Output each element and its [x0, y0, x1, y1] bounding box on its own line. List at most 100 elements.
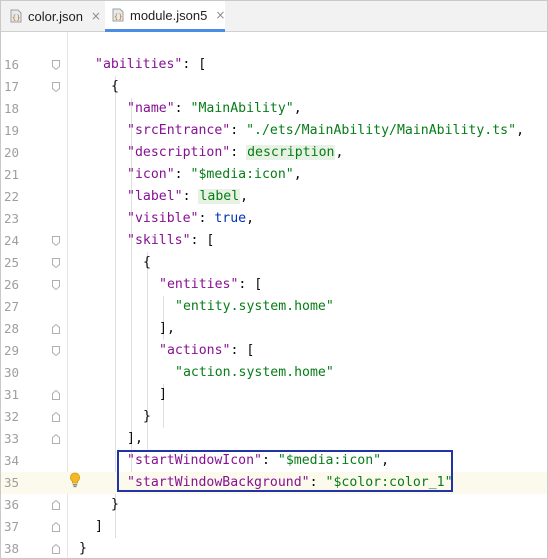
- fold-marker-icon[interactable]: [52, 280, 60, 290]
- code-line: 23 "visible": true,: [1, 208, 547, 230]
- close-icon[interactable]: ×: [215, 8, 225, 22]
- code-punct: :: [230, 123, 247, 138]
- code-punct: :: [261, 453, 278, 468]
- tab-label: module.json5: [130, 7, 208, 23]
- code-punct: {: [111, 79, 119, 94]
- code-punct: : [: [182, 57, 207, 72]
- json-key: "entities": [159, 277, 239, 292]
- code-line: 27 "entity.system.home": [1, 296, 547, 318]
- code-punct: :: [230, 145, 247, 160]
- json-string: "$media:icon": [190, 167, 294, 182]
- json-key: "actions": [159, 343, 231, 358]
- code-editor[interactable]: 16 "abilities": [ 17 { 18 "name": "MainA…: [1, 32, 547, 558]
- json-string: "action.system.home": [175, 365, 334, 380]
- tab-module-json5[interactable]: {} module.json5 ×: [105, 1, 225, 32]
- code-line: 37 ]: [1, 516, 547, 538]
- code-punct: ,: [246, 211, 255, 226]
- line-number: 36: [3, 497, 19, 512]
- fold-marker-icon[interactable]: [52, 258, 60, 268]
- line-number: 27: [3, 299, 19, 314]
- code-line: 17 {: [1, 76, 547, 98]
- code-punct: ],: [159, 321, 175, 336]
- fold-marker-icon[interactable]: [52, 346, 60, 356]
- code-line: 33 ],: [1, 428, 547, 450]
- line-number: 37: [3, 519, 19, 534]
- line-number: 16: [3, 57, 19, 72]
- code-punct: ,: [240, 189, 249, 204]
- fold-marker-icon[interactable]: [52, 236, 60, 246]
- code-punct: ],: [127, 431, 143, 446]
- tab-color-json[interactable]: {} color.json ×: [9, 1, 101, 31]
- json-string: "$media:icon": [277, 453, 382, 468]
- code-line: 34 "startWindowIcon": "$media:icon",: [1, 450, 547, 472]
- json-key: "label": [127, 189, 183, 204]
- code-line: 24 "skills": [: [1, 230, 547, 252]
- code-punct: }: [79, 541, 87, 556]
- close-icon[interactable]: ×: [91, 9, 101, 23]
- line-number: 34: [3, 453, 19, 468]
- json5-file-icon: {}: [112, 8, 124, 22]
- code-line: 16 "abilities": [: [1, 54, 547, 76]
- json-boolean: true: [214, 211, 247, 226]
- svg-text:{}: {}: [12, 14, 20, 22]
- code-punct: ]: [95, 519, 103, 534]
- json-string: "$color:color_1": [325, 475, 453, 490]
- code-line: 25 {: [1, 252, 547, 274]
- json-key: "description": [127, 145, 231, 160]
- code-punct: ]: [159, 387, 167, 402]
- fold-marker-icon[interactable]: [52, 434, 60, 444]
- line-number: 21: [3, 167, 19, 182]
- code-line-current: 35 "startWindowBackground": "$color:colo…: [1, 472, 547, 494]
- json-key: "visible": [127, 211, 199, 226]
- code-punct: ,: [293, 101, 302, 116]
- fold-marker-icon[interactable]: [52, 544, 60, 554]
- line-number: 28: [3, 321, 19, 336]
- code-line: 38 }: [1, 538, 547, 558]
- editor-window: {} color.json × {} module.json5 × 16 "ab…: [0, 0, 548, 559]
- fold-marker-icon[interactable]: [52, 412, 60, 422]
- code-punct: :: [309, 475, 326, 490]
- code-punct: :: [182, 189, 199, 204]
- resource-reference: label: [198, 189, 241, 204]
- code-line: 22 "label": label,: [1, 186, 547, 208]
- json-key: "srcEntrance": [127, 123, 231, 138]
- code-punct: ,: [516, 123, 525, 138]
- code-punct: {: [143, 255, 151, 270]
- code-punct: }: [111, 497, 119, 512]
- json-string: "./ets/MainAbility/MainAbility.ts": [246, 123, 517, 138]
- resource-reference: description: [246, 145, 336, 160]
- code-punct: }: [143, 409, 151, 424]
- line-number: 18: [3, 101, 19, 116]
- json-string: "MainAbility": [190, 101, 294, 116]
- line-number: 31: [3, 387, 19, 402]
- fold-marker-icon[interactable]: [52, 82, 60, 92]
- code-line: 18 "name": "MainAbility",: [1, 98, 547, 120]
- fold-marker-icon[interactable]: [52, 390, 60, 400]
- line-number: 29: [3, 343, 19, 358]
- line-number: 25: [3, 255, 19, 270]
- code-line: 30 "action.system.home": [1, 362, 547, 384]
- code-punct: : [: [230, 343, 255, 358]
- code-line: 28 ],: [1, 318, 547, 340]
- code-line: 20 "description": description,: [1, 142, 547, 164]
- code-line: 19 "srcEntrance": "./ets/MainAbility/Mai…: [1, 120, 547, 142]
- code-line: 31 ]: [1, 384, 547, 406]
- fold-marker-icon[interactable]: [52, 522, 60, 532]
- tab-label: color.json: [28, 8, 83, 24]
- code-punct: ,: [335, 145, 344, 160]
- code-punct: :: [198, 211, 215, 226]
- intention-bulb-icon[interactable]: [69, 472, 81, 488]
- code-line: 36 }: [1, 494, 547, 516]
- fold-marker-icon[interactable]: [52, 500, 60, 510]
- fold-marker-icon[interactable]: [52, 60, 60, 70]
- json-key: "startWindowBackground": [127, 475, 310, 490]
- code-punct: : [: [190, 233, 215, 248]
- json-key: "name": [127, 101, 175, 116]
- fold-marker-icon[interactable]: [52, 324, 60, 334]
- code-punct: :: [174, 167, 191, 182]
- json-string: "entity.system.home": [175, 299, 334, 314]
- json-key: "icon": [127, 167, 175, 182]
- line-number: 19: [3, 123, 19, 138]
- code-line: 26 "entities": [: [1, 274, 547, 296]
- line-number: 20: [3, 145, 19, 160]
